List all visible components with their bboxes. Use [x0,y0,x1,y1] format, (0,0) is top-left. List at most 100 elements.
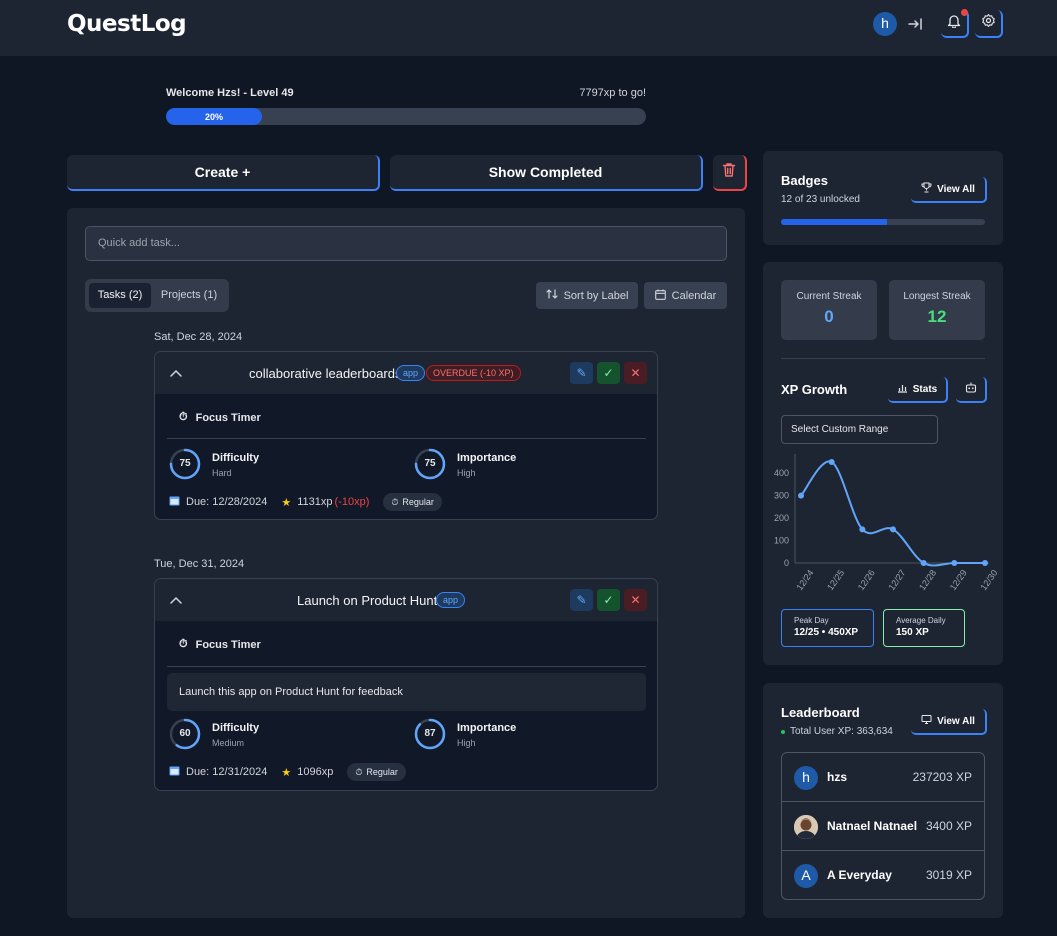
x-tick-label: 12/24 [794,568,815,592]
bar-chart-icon [897,383,908,396]
leaderboard-row[interactable]: h hzs 237203 XP [782,753,984,802]
xp-growth-card: Current Streak 0 Longest Streak 12 XP Gr… [763,262,1003,665]
complete-task-button[interactable]: ✓ [597,589,620,611]
leaderboard-xp: 237203 XP [912,770,972,784]
xp-remaining: 7797xp to go! [579,87,646,99]
avatar-photo [794,815,818,839]
leaderboard-list: h hzs 237203 XP Natnael Natnael 3400 XP … [781,752,985,900]
difficulty-label: Difficulty [212,722,260,734]
importance-label: Importance [457,452,517,464]
bell-icon [947,13,961,33]
close-icon: ✕ [630,366,641,380]
frequency-badge: ⏱ Regular [347,763,406,781]
data-point [828,459,835,465]
x-tick-label: 12/30 [978,568,997,592]
podium-icon [921,714,932,728]
avatar: h [794,766,818,790]
level-progress-fill: 20% [166,108,262,125]
focus-timer-label: Focus Timer [195,411,261,424]
peak-day-value: 12/25 • 450XP [794,627,859,638]
leaderboard-row[interactable]: Natnael Natnael 3400 XP [782,802,984,851]
tab-tasks[interactable]: Tasks (2) [89,283,151,308]
difficulty-label: Difficulty [212,452,260,464]
user-avatar[interactable]: h [873,12,897,36]
peak-day-label: Peak Day [794,616,829,625]
sort-icon [545,288,558,303]
task-meta: Due: 12/28/2024 ★ 1131xp (-10xp) ⏱ Regul… [169,493,442,511]
logout-icon[interactable] [906,14,926,34]
remove-task-button[interactable]: ✕ [624,589,647,611]
complete-task-button[interactable]: ✓ [597,362,620,384]
divider [167,666,646,667]
task-date-heading: Tue, Dec 31, 2024 [154,558,245,570]
quick-add-input[interactable]: Quick add task... [85,226,727,261]
difficulty-level: Hard [212,468,232,478]
importance-value: 87 [424,728,436,739]
longest-streak-box: Longest Streak 12 [889,280,985,340]
y-tick-label: 0 [784,558,789,568]
custom-range-select[interactable]: Select Custom Range [781,415,938,444]
xp-growth-title: XP Growth [781,382,848,397]
pencil-icon: ✎ [576,593,587,607]
badges-progress-fill [781,219,888,225]
calendar-button[interactable]: Calendar [644,282,727,309]
task-tag: app [396,365,426,381]
stopwatch-icon: ⏱ [355,766,363,777]
trophy-icon [921,182,932,196]
task-date-heading: Sat, Dec 28, 2024 [154,331,243,343]
data-point [982,560,988,566]
chevron-up-icon[interactable] [169,366,183,384]
sort-by-label-button[interactable]: Sort by Label [536,282,638,309]
average-daily-value: 150 XP [896,627,929,638]
remove-task-button[interactable]: ✕ [624,362,647,384]
badges-view-all-button[interactable]: View All [911,177,987,203]
leaderboard-card: Leaderboard Total User XP: 363,634 View … [763,683,1003,918]
focus-timer-button[interactable]: ⏱ Focus Timer [179,638,261,651]
task-tag: app [436,592,466,608]
leaderboard-row[interactable]: A A Everyday 3019 XP [782,851,984,899]
star-icon: ★ [281,766,292,779]
gear-icon [981,13,996,33]
pencil-icon: ✎ [576,366,587,380]
task-card[interactable]: collaborative leaderboards app OVERDUE (… [154,351,658,520]
stats-button[interactable]: Stats [888,377,948,403]
badges-progress-bar [781,219,985,225]
peak-day-box: Peak Day 12/25 • 450XP [781,609,874,647]
average-daily-label: Average Daily [896,616,946,625]
focus-timer-button[interactable]: ⏱ Focus Timer [179,411,261,424]
y-tick-label: 200 [774,513,789,523]
data-point [890,526,896,533]
leaderboard-total: Total User XP: 363,634 [781,726,893,737]
frequency-badge: ⏱ Regular [383,493,442,511]
status-dot [781,729,785,734]
importance-value: 75 [424,458,436,469]
delete-button[interactable] [713,155,747,191]
ai-assistant-button[interactable] [956,377,987,403]
difficulty-value: 60 [179,728,191,739]
average-daily-box: Average Daily 150 XP [883,609,965,647]
stats-label: Stats [912,383,938,395]
task-card[interactable]: Launch on Product Hunt! app ✎ ✓ ✕ ⏱ Focu… [154,578,658,791]
notification-dot [961,9,968,16]
edit-task-button[interactable]: ✎ [570,589,593,611]
create-button[interactable]: Create + [67,155,380,191]
view-all-label: View All [937,715,975,727]
show-completed-button[interactable]: Show Completed [390,155,703,191]
stopwatch-icon: ⏱ [391,496,399,507]
task-title: collaborative leaderboards [249,366,402,381]
y-tick-label: 100 [774,536,789,546]
task-description: Launch this app on Product Hunt for feed… [167,673,646,711]
due-date: Due: 12/31/2024 [186,766,268,778]
frequency-label: Regular [366,767,398,777]
xp-growth-chart: 0 100 200 300 400 12/24 12/25 12/26 12/27 12/28 12… [774,454,997,592]
focus-timer-label: Focus Timer [195,638,261,651]
badges-subtitle: 12 of 23 unlocked [781,194,860,205]
edit-task-button[interactable]: ✎ [570,362,593,384]
robot-icon [965,382,977,396]
leaderboard-view-all-button[interactable]: View All [911,709,987,735]
x-tick-label: 12/25 [825,568,846,592]
tab-projects[interactable]: Projects (1) [155,283,223,308]
chevron-up-icon[interactable] [169,593,183,611]
settings-button[interactable] [975,10,1003,38]
app-logo[interactable]: QuestLog [67,11,187,37]
